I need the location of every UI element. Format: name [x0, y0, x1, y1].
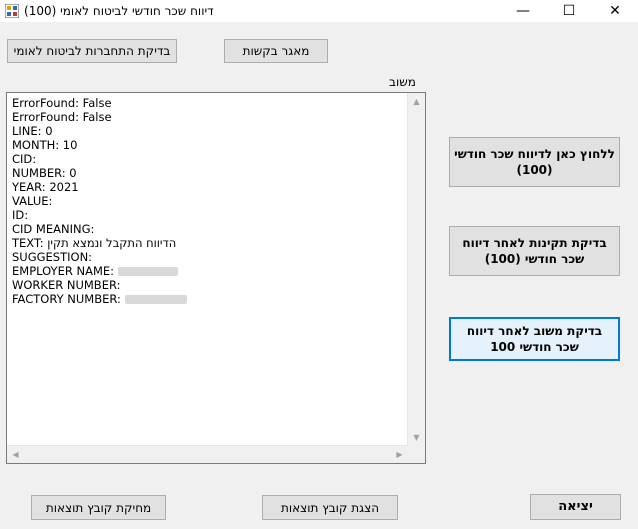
feedback-line: WORKER NUMBER:	[12, 278, 405, 292]
feedback-line: CID:	[12, 152, 405, 166]
feedback-line: ErrorFound: False	[12, 96, 405, 110]
request-repository-button[interactable]: מאגר בקשות	[224, 39, 328, 63]
feedback-line-text: LINE: 0	[12, 124, 53, 138]
validity-check-label: בדיקת תקינות לאחר דיווח שכר חודשי (100)	[462, 236, 607, 266]
feedback-line: NUMBER: 0	[12, 166, 405, 180]
feedback-line-text: NUMBER: 0	[12, 166, 77, 180]
feedback-check-button[interactable]: בדיקת משוב לאחר דיווח שכר חודשי 100	[449, 317, 620, 361]
feedback-line: SUGGESTION:	[12, 250, 405, 264]
maximize-button[interactable]: ☐	[546, 0, 592, 22]
feedback-line: YEAR: 2021	[12, 180, 405, 194]
feedback-line: EMPLOYER NAME:	[12, 264, 405, 278]
show-results-file-button[interactable]: הצגת קובץ תוצאות	[262, 495, 398, 520]
validity-check-button[interactable]: בדיקת תקינות לאחר דיווח שכר חודשי (100)	[449, 226, 620, 276]
exit-label: יציאה	[558, 499, 593, 514]
close-icon: ✕	[609, 3, 621, 19]
app-icon	[5, 4, 19, 18]
feedback-line-text: CID:	[12, 152, 37, 166]
scroll-left-icon[interactable]: ◀	[7, 446, 24, 463]
redacted-value	[124, 295, 187, 304]
show-results-file-label: הצגת קובץ תוצאות	[280, 500, 380, 515]
scroll-right-icon[interactable]: ▶	[391, 446, 408, 463]
feedback-line-text: WORKER NUMBER:	[12, 278, 121, 292]
feedback-line: VALUE:	[12, 194, 405, 208]
horizontal-scrollbar[interactable]: ◀ ▶	[7, 445, 408, 463]
connection-check-button[interactable]: בדיקת התחברות לביטוח לאומי	[7, 39, 177, 63]
feedback-line-text: ErrorFound: False	[12, 110, 112, 124]
delete-results-file-label: מחיקת קובץ תוצאות	[45, 500, 152, 515]
minimize-icon: —	[516, 3, 530, 19]
vertical-scrollbar[interactable]: ▲ ▼	[407, 93, 425, 446]
feedback-line: ID:	[12, 208, 405, 222]
maximize-icon: ☐	[562, 3, 576, 19]
feedback-label: משוב	[389, 75, 416, 89]
scroll-corner	[408, 446, 425, 463]
title-bar: דיווח שכר חודשי לביטוח לאומי (100) — ☐ ✕	[0, 0, 638, 22]
feedback-line-text: EMPLOYER NAME:	[12, 264, 115, 278]
exit-button[interactable]: יציאה	[530, 494, 621, 520]
feedback-line: ErrorFound: False	[12, 110, 405, 124]
minimize-button[interactable]: —	[500, 0, 546, 22]
delete-results-file-button[interactable]: מחיקת קובץ תוצאות	[31, 495, 166, 520]
feedback-line-text: ErrorFound: False	[12, 96, 112, 110]
feedback-line: TEXT: הדיווח התקבל ונמצא תקין	[12, 236, 405, 250]
window-title: דיווח שכר חודשי לביטוח לאומי (100)	[24, 4, 214, 18]
feedback-line-text: YEAR: 2021	[12, 180, 79, 194]
scroll-up-icon[interactable]: ▲	[408, 93, 425, 110]
feedback-line-text: ID:	[12, 208, 29, 222]
feedback-check-label: בדיקת משוב לאחר דיווח שכר חודשי 100	[466, 324, 603, 354]
redacted-value	[118, 267, 179, 276]
feedback-line-text: CID MEANING:	[12, 222, 95, 236]
feedback-line-text: TEXT: הדיווח התקבל ונמצא תקין	[12, 236, 177, 250]
scroll-down-icon[interactable]: ▼	[408, 429, 425, 446]
feedback-line: FACTORY NUMBER:	[12, 292, 405, 306]
feedback-line: CID MEANING:	[12, 222, 405, 236]
connection-check-label: בדיקת התחברות לביטוח לאומי	[13, 44, 171, 58]
feedback-text[interactable]: ErrorFound: False ErrorFound: False LINE: …	[12, 96, 405, 443]
feedback-line-text: SUGGESTION:	[12, 250, 93, 264]
feedback-line: LINE: 0	[12, 124, 405, 138]
feedback-textbox[interactable]: ErrorFound: False ErrorFound: False LINE: …	[6, 92, 426, 464]
feedback-line-text: MONTH: 10	[12, 138, 78, 152]
report-monthly-salary-button[interactable]: ללחוץ כאן לדיווח שכר חודשי (100)	[449, 137, 620, 187]
feedback-line-text: VALUE:	[12, 194, 53, 208]
request-repository-label: מאגר בקשות	[242, 44, 310, 58]
feedback-line-text: FACTORY NUMBER:	[12, 292, 121, 306]
close-button[interactable]: ✕	[592, 0, 638, 22]
feedback-line: MONTH: 10	[12, 138, 405, 152]
report-monthly-salary-label: ללחוץ כאן לדיווח שכר חודשי (100)	[454, 147, 615, 177]
